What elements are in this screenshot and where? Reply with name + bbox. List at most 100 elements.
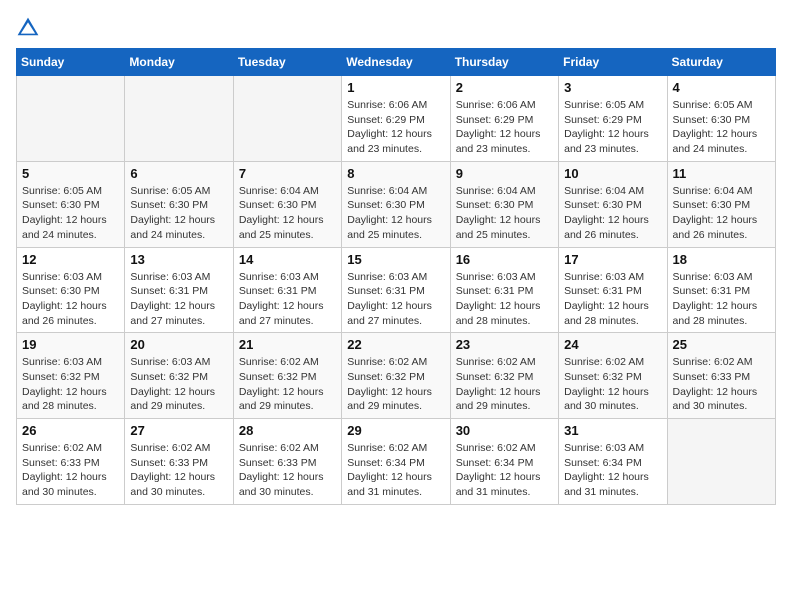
day-number: 23	[456, 337, 553, 352]
day-header-sunday: Sunday	[17, 49, 125, 76]
day-number: 24	[564, 337, 661, 352]
calendar-cell	[125, 76, 233, 162]
calendar-cell: 10 Sunrise: 6:04 AMSunset: 6:30 PMDayligh…	[559, 161, 667, 247]
page-header	[16, 16, 776, 40]
day-info: Sunrise: 6:02 AMSunset: 6:34 PMDaylight:…	[456, 441, 553, 500]
day-number: 10	[564, 166, 661, 181]
day-number: 8	[347, 166, 444, 181]
calendar-week-row: 12 Sunrise: 6:03 AMSunset: 6:30 PMDayligh…	[17, 247, 776, 333]
day-info: Sunrise: 6:03 AMSunset: 6:31 PMDaylight:…	[564, 270, 661, 329]
calendar-cell: 27 Sunrise: 6:02 AMSunset: 6:33 PMDayligh…	[125, 419, 233, 505]
calendar-cell: 26Sunrise: 6:02 AMSunset: 6:33 PMDayligh…	[17, 419, 125, 505]
day-info: Sunrise: 6:06 AMSunset: 6:29 PMDaylight:…	[347, 98, 444, 157]
day-number: 9	[456, 166, 553, 181]
day-header-wednesday: Wednesday	[342, 49, 450, 76]
calendar-cell: 31 Sunrise: 6:03 AMSunset: 6:34 PMDayligh…	[559, 419, 667, 505]
calendar-cell: 4Sunrise: 6:05 AMSunset: 6:30 PMDaylight…	[667, 76, 775, 162]
day-number: 16	[456, 252, 553, 267]
day-info: Sunrise: 6:03 AMSunset: 6:31 PMDaylight:…	[130, 270, 227, 329]
day-number: 31	[564, 423, 661, 438]
calendar-cell: 15 Sunrise: 6:03 AMSunset: 6:31 PMDayligh…	[342, 247, 450, 333]
day-info: Sunrise: 6:05 AMSunset: 6:30 PMDaylight:…	[130, 184, 227, 243]
day-info: Sunrise: 6:02 AMSunset: 6:32 PMDaylight:…	[456, 355, 553, 414]
day-number: 13	[130, 252, 227, 267]
day-info: Sunrise: 6:03 AMSunset: 6:31 PMDaylight:…	[239, 270, 336, 329]
day-info: Sunrise: 6:02 AMSunset: 6:32 PMDaylight:…	[347, 355, 444, 414]
day-info: Sunrise: 6:04 AMSunset: 6:30 PMDaylight:…	[347, 184, 444, 243]
calendar-cell: 28Sunrise: 6:02 AMSunset: 6:33 PMDayligh…	[233, 419, 341, 505]
day-info: Sunrise: 6:05 AMSunset: 6:30 PMDaylight:…	[673, 98, 770, 157]
day-info: Sunrise: 6:03 AMSunset: 6:32 PMDaylight:…	[130, 355, 227, 414]
day-number: 30	[456, 423, 553, 438]
day-header-monday: Monday	[125, 49, 233, 76]
calendar-cell: 20 Sunrise: 6:03 AMSunset: 6:32 PMDayligh…	[125, 333, 233, 419]
day-info: Sunrise: 6:05 AMSunset: 6:30 PMDaylight:…	[22, 184, 119, 243]
day-number: 22	[347, 337, 444, 352]
day-info: Sunrise: 6:03 AMSunset: 6:31 PMDaylight:…	[673, 270, 770, 329]
day-info: Sunrise: 6:03 AMSunset: 6:30 PMDaylight:…	[22, 270, 119, 329]
calendar-week-row: 5Sunrise: 6:05 AMSunset: 6:30 PMDaylight…	[17, 161, 776, 247]
calendar-cell: 23 Sunrise: 6:02 AMSunset: 6:32 PMDayligh…	[450, 333, 558, 419]
calendar-cell: 14 Sunrise: 6:03 AMSunset: 6:31 PMDayligh…	[233, 247, 341, 333]
logo-icon	[16, 16, 40, 40]
day-number: 12	[22, 252, 119, 267]
calendar-cell: 2 Sunrise: 6:06 AMSunset: 6:29 PMDaylight…	[450, 76, 558, 162]
day-info: Sunrise: 6:02 AMSunset: 6:34 PMDaylight:…	[347, 441, 444, 500]
day-number: 2	[456, 80, 553, 95]
calendar-week-row: 1Sunrise: 6:06 AMSunset: 6:29 PMDaylight…	[17, 76, 776, 162]
day-number: 27	[130, 423, 227, 438]
day-number: 20	[130, 337, 227, 352]
day-info: Sunrise: 6:06 AMSunset: 6:29 PMDaylight:…	[456, 98, 553, 157]
calendar-cell: 22 Sunrise: 6:02 AMSunset: 6:32 PMDayligh…	[342, 333, 450, 419]
day-number: 26	[22, 423, 119, 438]
calendar-cell: 18 Sunrise: 6:03 AMSunset: 6:31 PMDayligh…	[667, 247, 775, 333]
day-info: Sunrise: 6:04 AMSunset: 6:30 PMDaylight:…	[456, 184, 553, 243]
day-info: Sunrise: 6:02 AMSunset: 6:33 PMDaylight:…	[130, 441, 227, 500]
day-info: Sunrise: 6:02 AMSunset: 6:33 PMDaylight:…	[239, 441, 336, 500]
calendar-table: SundayMondayTuesdayWednesdayThursdayFrid…	[16, 48, 776, 505]
calendar-cell: 12 Sunrise: 6:03 AMSunset: 6:30 PMDayligh…	[17, 247, 125, 333]
day-info: Sunrise: 6:02 AMSunset: 6:32 PMDaylight:…	[239, 355, 336, 414]
day-info: Sunrise: 6:03 AMSunset: 6:34 PMDaylight:…	[564, 441, 661, 500]
day-number: 15	[347, 252, 444, 267]
calendar-cell: 29 Sunrise: 6:02 AMSunset: 6:34 PMDayligh…	[342, 419, 450, 505]
calendar-week-row: 26 Sunrise: 6:02 AMSunset: 6:33 PMDayligh…	[17, 419, 776, 505]
calendar-cell: 17Sunrise: 6:03 AMSunset: 6:31 PMDayligh…	[559, 247, 667, 333]
day-info: Sunrise: 6:03 AMSunset: 6:31 PMDaylight:…	[347, 270, 444, 329]
calendar-cell: 11 Sunrise: 6:04 AMSunset: 6:30 PMDayligh…	[667, 161, 775, 247]
day-info: Sunrise: 6:03 AMSunset: 6:31 PMDaylight:…	[456, 270, 553, 329]
day-number: 19	[22, 337, 119, 352]
calendar-cell: 13 Sunrise: 6:03 AMSunset: 6:31 PMDayligh…	[125, 247, 233, 333]
calendar-cell: 21 Sunrise: 6:02 AMSunset: 6:32 PMDayligh…	[233, 333, 341, 419]
calendar-cell: 9 Sunrise: 6:04 AMSunset: 6:30 PMDaylight…	[450, 161, 558, 247]
calendar-cell	[667, 419, 775, 505]
day-number: 18	[673, 252, 770, 267]
day-info: Sunrise: 6:05 AMSunset: 6:29 PMDaylight:…	[564, 98, 661, 157]
day-header-friday: Friday	[559, 49, 667, 76]
day-info: Sunrise: 6:04 AMSunset: 6:30 PMDaylight:…	[673, 184, 770, 243]
calendar-cell: 16 Sunrise: 6:03 AMSunset: 6:31 PMDayligh…	[450, 247, 558, 333]
calendar-week-row: 19 Sunrise: 6:03 AMSunset: 6:32 PMDayligh…	[17, 333, 776, 419]
calendar-cell: 8 Sunrise: 6:04 AMSunset: 6:30 PMDaylight…	[342, 161, 450, 247]
day-header-saturday: Saturday	[667, 49, 775, 76]
calendar-cell: 25 Sunrise: 6:02 AMSunset: 6:33 PMDayligh…	[667, 333, 775, 419]
day-info: Sunrise: 6:02 AMSunset: 6:32 PMDaylight:…	[564, 355, 661, 414]
day-number: 14	[239, 252, 336, 267]
calendar-cell	[233, 76, 341, 162]
day-info: Sunrise: 6:04 AMSunset: 6:30 PMDaylight:…	[564, 184, 661, 243]
day-header-tuesday: Tuesday	[233, 49, 341, 76]
day-number: 25	[673, 337, 770, 352]
calendar-cell: 19Sunrise: 6:03 AMSunset: 6:32 PMDayligh…	[17, 333, 125, 419]
calendar-cell: 30 Sunrise: 6:02 AMSunset: 6:34 PMDayligh…	[450, 419, 558, 505]
days-header-row: SundayMondayTuesdayWednesdayThursdayFrid…	[17, 49, 776, 76]
calendar-cell: 24 Sunrise: 6:02 AMSunset: 6:32 PMDayligh…	[559, 333, 667, 419]
calendar-cell: 3 Sunrise: 6:05 AMSunset: 6:29 PMDaylight…	[559, 76, 667, 162]
day-info: Sunrise: 6:02 AMSunset: 6:33 PMDaylight:…	[673, 355, 770, 414]
day-number: 21	[239, 337, 336, 352]
day-number: 6	[130, 166, 227, 181]
day-number: 3	[564, 80, 661, 95]
calendar-cell	[17, 76, 125, 162]
day-number: 29	[347, 423, 444, 438]
day-number: 11	[673, 166, 770, 181]
calendar-cell: 7Sunrise: 6:04 AMSunset: 6:30 PMDaylight…	[233, 161, 341, 247]
